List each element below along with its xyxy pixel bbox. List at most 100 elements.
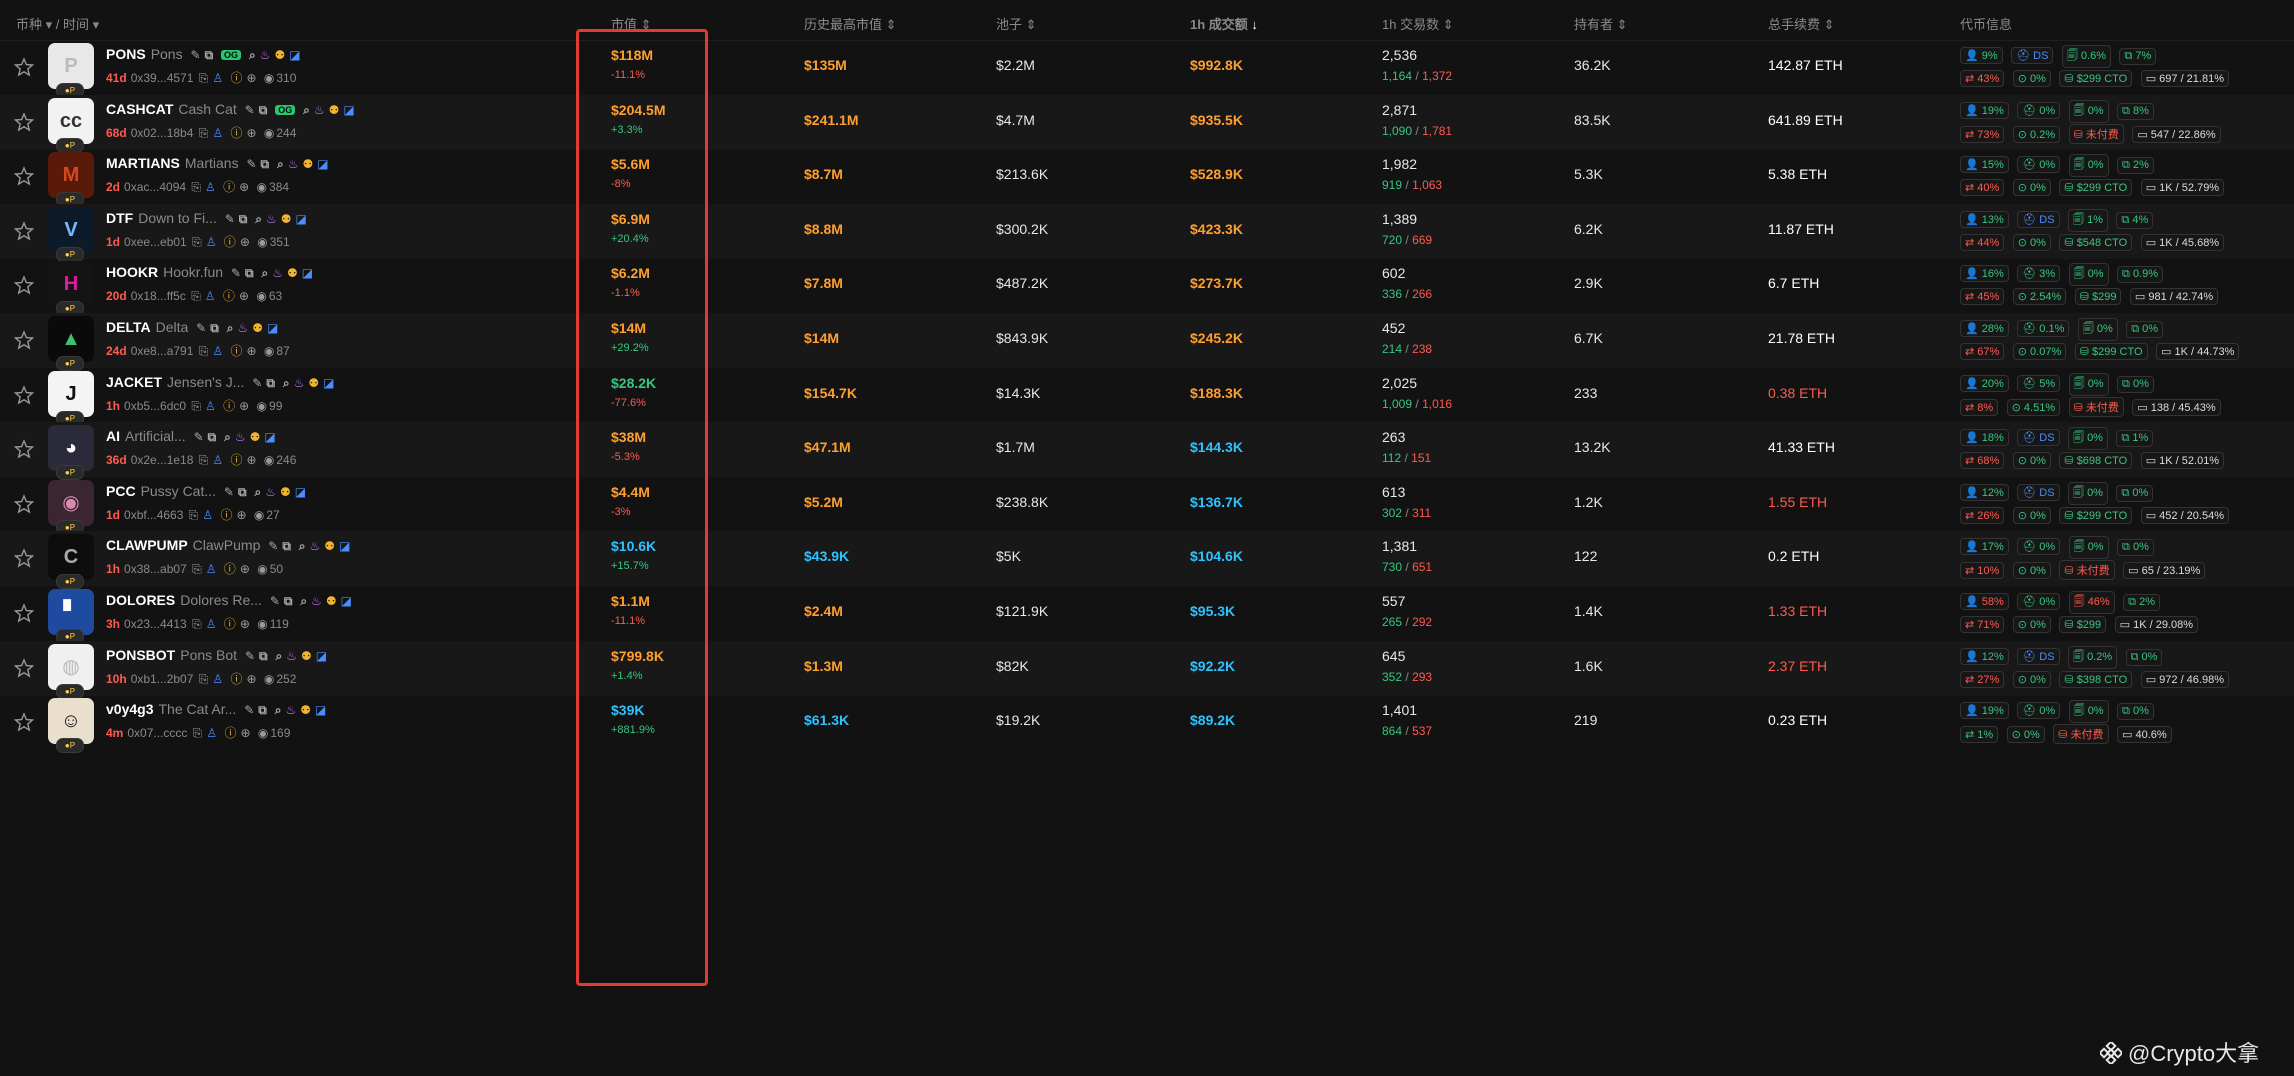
share-icon[interactable]: ⧉ [259,103,268,117]
share-icon[interactable]: ⧉ [266,376,275,390]
copy-icon[interactable]: ⎘ [191,399,201,413]
globe-icon[interactable]: ⊕ [239,180,249,194]
sort-holders[interactable]: 持有者 ⇕ [1574,14,1628,33]
token-symbol-line[interactable]: DOLORES Dolores Re... ✎ ⧉ ⌕ ♨ ⚉ ◪ [106,592,352,609]
search-icon[interactable]: ⌕ [275,649,282,663]
user-icon[interactable]: ♙ [205,289,216,303]
token-address[interactable]: 0x07...cccc [127,726,187,740]
token-symbol-line[interactable]: DELTA Delta ✎ ⧉ ⌕ ♨ ⚉ ◪ [106,319,278,336]
star-icon[interactable] [14,221,34,241]
token-address[interactable]: 0x02...18b4 [131,126,194,140]
user-icon[interactable]: ♙ [206,562,217,576]
globe-icon[interactable]: ⊕ [240,617,250,631]
sort-pool[interactable]: 池子 ⇕ [996,14,1037,33]
user-icon[interactable]: ♙ [212,126,223,140]
token-address[interactable]: 0x2e...1e18 [131,453,194,467]
copy-icon[interactable]: ⎘ [199,344,209,358]
token-address[interactable]: 0x39...4571 [131,71,194,85]
token-symbol[interactable]: DOLORES [106,592,175,608]
token-symbol-line[interactable]: DTF Down to Fi... ✎ ⧉ ⌕ ♨ ⚉ ◪ [106,210,307,227]
globe-icon[interactable]: ⊕ [239,289,249,303]
globe-icon[interactable]: ⊕ [246,672,256,686]
copy-icon[interactable]: ⎘ [199,672,209,686]
table-row[interactable]: ◕ ●P AI Artificial... ✎ ⧉ ⌕ ♨ ⚉ ◪ 36d 0x2e...1… [0,422,2294,480]
star-icon[interactable] [14,166,34,186]
table-row[interactable]: ◉ ●P PCC Pussy Cat... ✎ ⧉ ⌕ ♨ ⚉ ◪ 1d 0xbf...46… [0,477,2294,535]
edit-icon[interactable]: ✎ [194,430,204,444]
table-row[interactable]: C ●P CLAWPUMP ClawPump ✎ ⧉ ⌕ ♨ ⚉ ◪ 1h 0x38...a… [0,531,2294,589]
edit-icon[interactable]: ✎ [245,649,255,663]
edit-icon[interactable]: ✎ [244,703,254,717]
token-symbol-line[interactable]: AI Artificial... ✎ ⧉ ⌕ ♨ ⚉ ◪ [106,428,276,445]
copy-icon[interactable]: ⎘ [199,453,209,467]
share-icon[interactable]: ⧉ [245,266,254,280]
token-address[interactable]: 0xe8...a791 [131,344,194,358]
copy-icon[interactable]: ⎘ [192,235,202,249]
copy-icon[interactable]: ⎘ [193,726,203,740]
globe-icon[interactable]: ⊕ [240,562,250,576]
share-icon[interactable]: ⧉ [239,212,248,226]
share-icon[interactable]: ⧉ [208,430,217,444]
user-icon[interactable]: ♙ [206,726,217,740]
copy-icon[interactable]: ⎘ [199,71,209,85]
globe-icon[interactable]: ⊕ [246,71,256,85]
star-icon[interactable] [14,330,34,350]
token-symbol[interactable]: DTF [106,210,133,226]
edit-icon[interactable]: ✎ [245,103,255,117]
share-icon[interactable]: ⧉ [259,649,268,663]
star-icon[interactable] [14,712,34,732]
token-symbol[interactable]: PONSBOT [106,647,175,663]
table-row[interactable]: H ●P HOOKR Hookr.fun ✎ ⧉ ⌕ ♨ ⚉ ◪ 20d 0x18...ff… [0,258,2294,316]
user-icon[interactable]: ♙ [212,453,223,467]
token-symbol[interactable]: DELTA [106,319,151,335]
search-icon[interactable]: ⌕ [299,539,306,553]
token-symbol-line[interactable]: HOOKR Hookr.fun ✎ ⧉ ⌕ ♨ ⚉ ◪ [106,264,313,281]
table-row[interactable]: ☺ ●P v0y4g3 The Cat Ar... ✎ ⧉ ⌕ ♨ ⚉ ◪ 4m 0x07.… [0,695,2294,753]
user-icon[interactable]: ♙ [205,399,216,413]
star-icon[interactable] [14,658,34,678]
table-row[interactable]: ▲ ●P DELTA Delta ✎ ⧉ ⌕ ♨ ⚉ ◪ 24d 0xe8...a791 ⎘… [0,313,2294,371]
token-symbol-line[interactable]: CLAWPUMP ClawPump ✎ ⧉ ⌕ ♨ ⚉ ◪ [106,537,350,554]
table-row[interactable]: V ●P DTF Down to Fi... ✎ ⧉ ⌕ ♨ ⚉ ◪ 1d 0xee...e… [0,204,2294,262]
sort-vol[interactable]: 1h 成交额 ↓ [1190,14,1258,33]
token-address[interactable]: 0xbf...4663 [124,508,183,522]
copy-icon[interactable]: ⎘ [191,180,201,194]
search-icon[interactable]: ⌕ [227,321,234,335]
user-icon[interactable]: ♙ [212,344,223,358]
globe-icon[interactable]: ⊕ [240,235,250,249]
edit-icon[interactable]: ✎ [231,266,241,280]
token-symbol[interactable]: v0y4g3 [106,701,153,717]
token-symbol[interactable]: PONS [106,46,146,62]
token-symbol[interactable]: MARTIANS [106,155,180,171]
user-icon[interactable]: ♙ [206,617,217,631]
search-icon[interactable]: ⌕ [261,266,268,280]
star-icon[interactable] [14,439,34,459]
star-icon[interactable] [14,494,34,514]
star-icon[interactable] [14,112,34,132]
table-row[interactable]: ▘ ●P DOLORES Dolores Re... ✎ ⧉ ⌕ ♨ ⚉ ◪ 3h 0x23… [0,586,2294,644]
copy-icon[interactable]: ⎘ [192,617,202,631]
token-symbol-line[interactable]: PONS Pons ✎ ⧉ OG ⌕ ♨ ⚉ ◪ [106,46,301,63]
token-symbol[interactable]: PCC [106,483,136,499]
star-icon[interactable] [14,603,34,623]
token-symbol-line[interactable]: v0y4g3 The Cat Ar... ✎ ⧉ ⌕ ♨ ⚉ ◪ [106,701,326,718]
edit-icon[interactable]: ✎ [252,376,262,390]
share-icon[interactable]: ⧉ [284,594,293,608]
token-address[interactable]: 0x23...4413 [124,617,187,631]
globe-icon[interactable]: ⊕ [240,726,250,740]
globe-icon[interactable]: ⊕ [246,126,256,140]
edit-icon[interactable]: ✎ [246,157,256,171]
copy-icon[interactable]: ⎘ [189,508,199,522]
star-icon[interactable] [14,385,34,405]
search-icon[interactable]: ⌕ [277,157,284,171]
table-row[interactable]: J ●P JACKET Jensen's J... ✎ ⧉ ⌕ ♨ ⚉ ◪ 1h 0xb5.… [0,368,2294,426]
share-icon[interactable]: ⧉ [205,48,214,62]
token-address[interactable]: 0xee...eb01 [124,235,187,249]
share-icon[interactable]: ⧉ [210,321,219,335]
table-row[interactable]: M ●P MARTIANS Martians ✎ ⧉ ⌕ ♨ ⚉ ◪ 2d 0xac...4… [0,149,2294,207]
token-symbol[interactable]: CASHCAT [106,101,173,117]
edit-icon[interactable]: ✎ [196,321,206,335]
star-icon[interactable] [14,548,34,568]
user-icon[interactable]: ♙ [212,71,223,85]
search-icon[interactable]: ⌕ [255,212,262,226]
